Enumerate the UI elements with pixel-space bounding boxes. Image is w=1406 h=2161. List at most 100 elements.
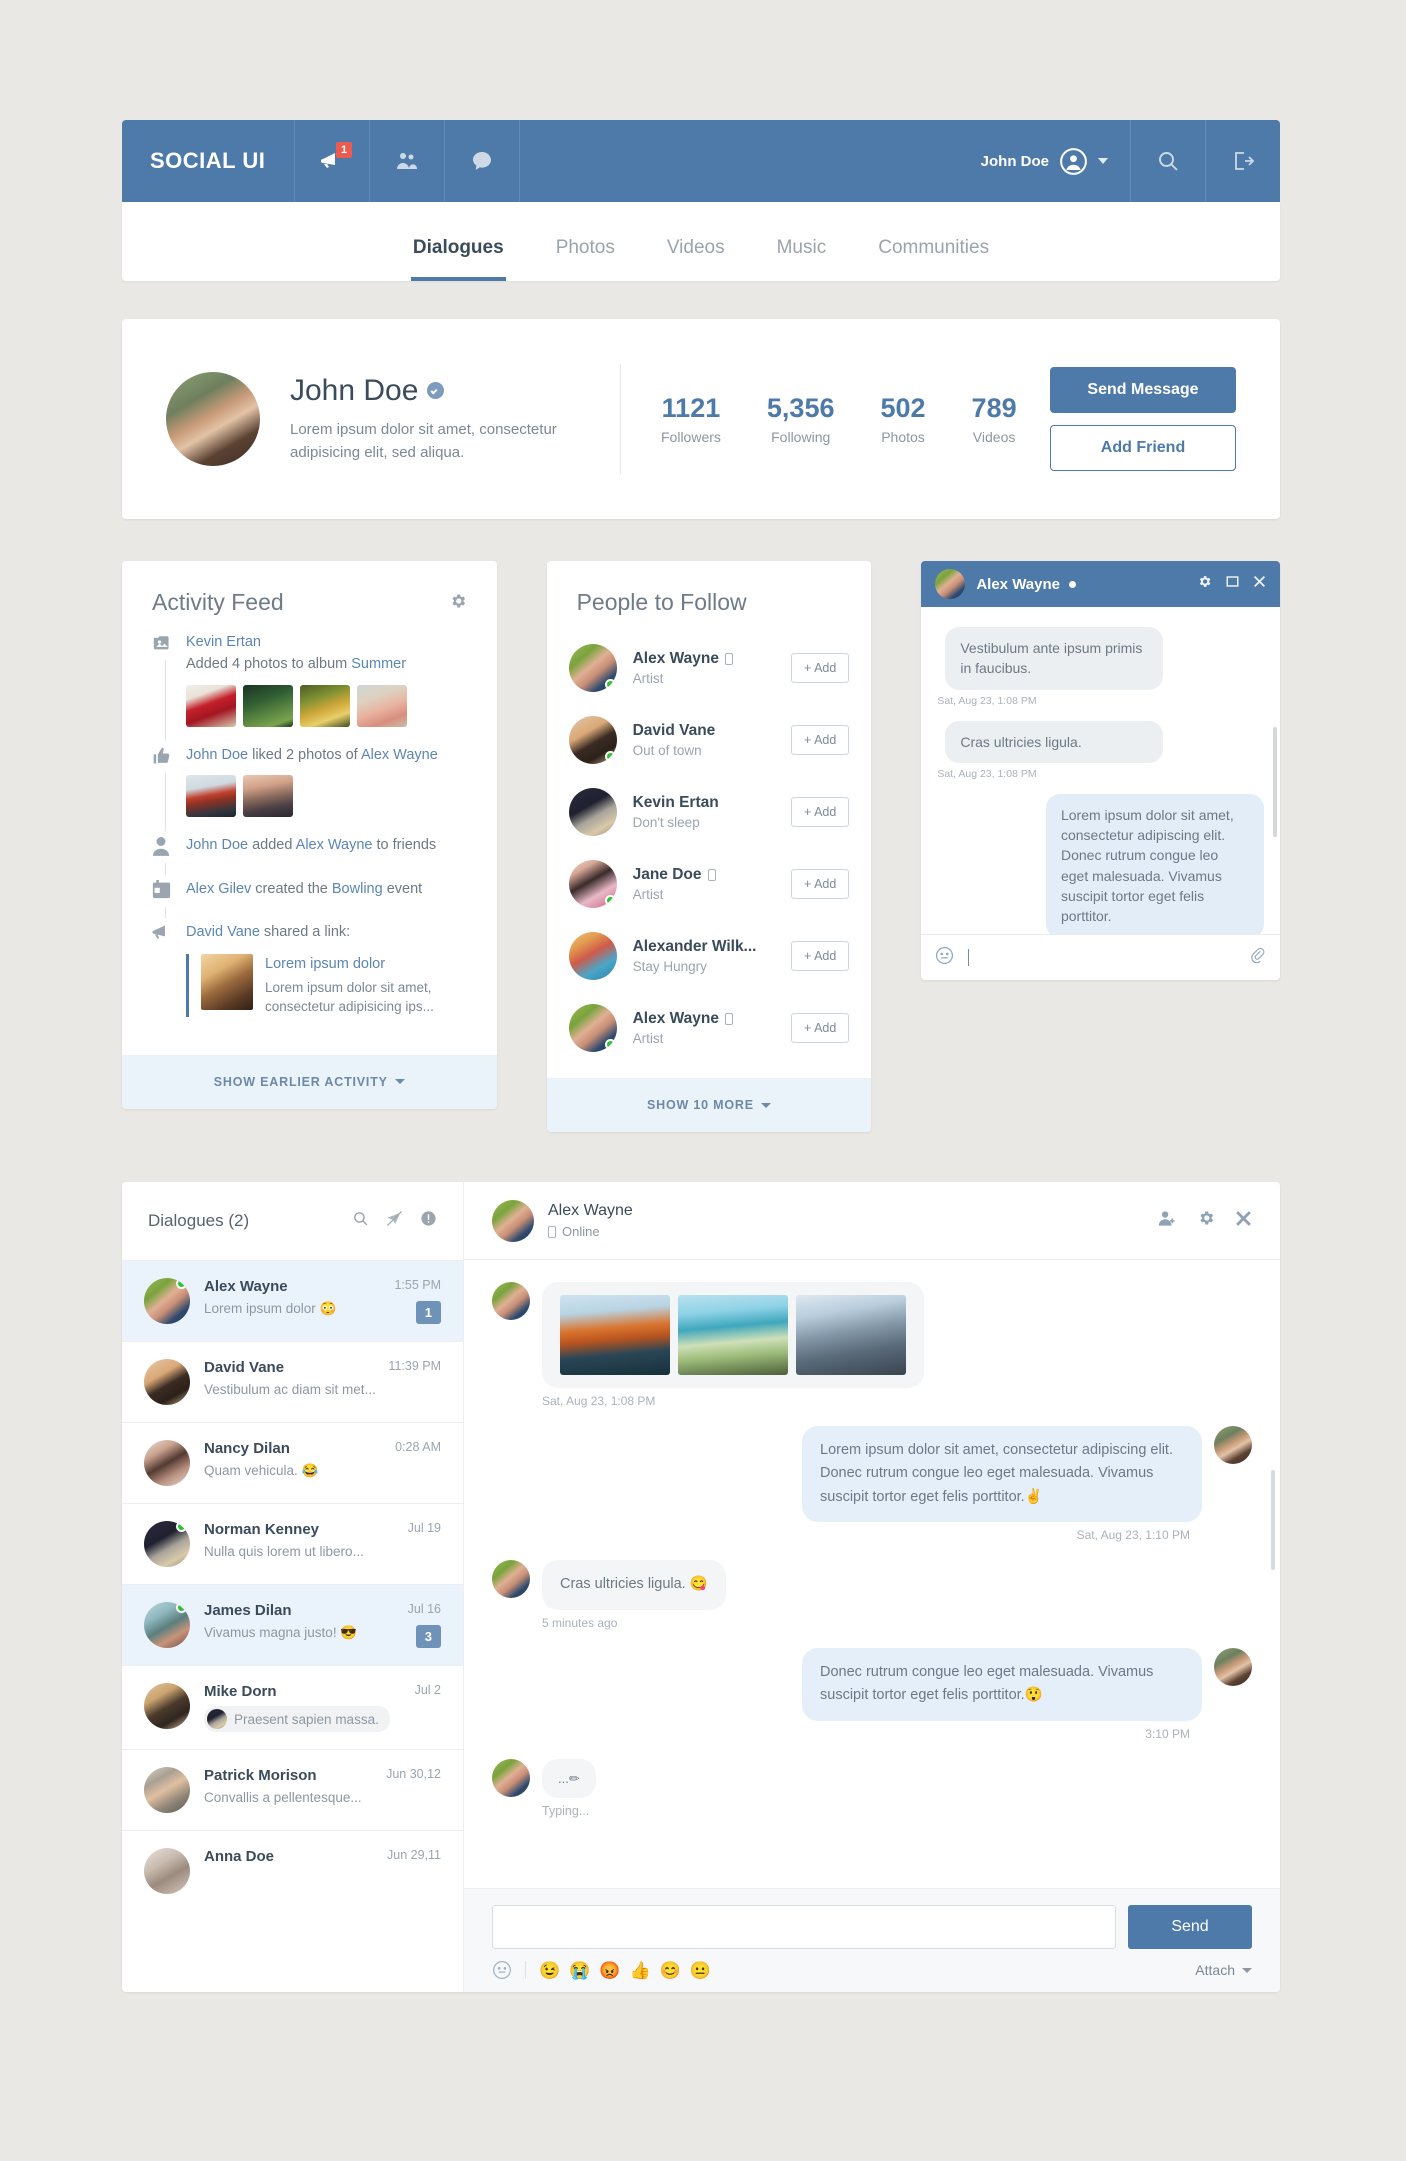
person-name[interactable]: Alex Wayne: [633, 650, 719, 668]
stat-following[interactable]: 5,356 Following: [767, 393, 835, 445]
dialogue-row[interactable]: Nancy Dilan Quam vehicula. 😂 0:28 AM: [122, 1422, 463, 1503]
emoji-icon[interactable]: [492, 1960, 512, 1980]
send-button[interactable]: Send: [1128, 1905, 1252, 1949]
show-earlier-activity-button[interactable]: SHOW EARLIER ACTIVITY: [122, 1054, 497, 1109]
emoji-smile[interactable]: 😊: [660, 1962, 681, 1979]
attach-button[interactable]: Attach: [1195, 1962, 1252, 1978]
scrollbar[interactable]: [1271, 1470, 1275, 1570]
emoji-wink[interactable]: 😉: [539, 1962, 560, 1979]
person-info: Alexander Wilk... Stay Hungry: [633, 938, 791, 974]
add-person-button[interactable]: + Add: [791, 653, 850, 683]
gear-icon[interactable]: [1197, 574, 1212, 594]
activity-feed-list: Kevin Ertan Added 4 photos to album Summ…: [122, 628, 497, 1055]
activity-actor[interactable]: John Doe: [186, 837, 248, 853]
dialogue-row[interactable]: Alex Wayne Lorem ipsum dolor 😳 1:55 PM 1: [122, 1260, 463, 1341]
avatar[interactable]: [568, 1004, 617, 1052]
thumb-image[interactable]: [300, 684, 350, 727]
scrollbar[interactable]: [1272, 727, 1277, 837]
tab-communities[interactable]: Communities: [852, 237, 1015, 281]
thumb-image[interactable]: [357, 684, 407, 727]
user-menu[interactable]: John Doe: [965, 120, 1130, 202]
avatar[interactable]: [568, 932, 617, 980]
tab-dialogues[interactable]: Dialogues: [387, 237, 530, 281]
timeline-line: [165, 772, 166, 832]
add-friend-button[interactable]: Add Friend: [1050, 425, 1236, 471]
dialogue-row[interactable]: Mike Dorn Praesent sapien massa. Jul 2: [122, 1665, 463, 1749]
person-name[interactable]: Alex Wayne: [633, 1010, 719, 1028]
avatar[interactable]: [568, 788, 617, 836]
brand-logo[interactable]: SOCIAL UI: [122, 120, 294, 202]
dialogue-row[interactable]: David Vane Vestibulum ac diam sit met...…: [122, 1341, 463, 1422]
megaphone-icon-button[interactable]: 1: [294, 120, 369, 202]
avatar[interactable]: [568, 860, 617, 908]
avatar[interactable]: [935, 569, 966, 599]
tab-photos[interactable]: Photos: [530, 237, 641, 281]
stat-followers[interactable]: 1121 Followers: [661, 393, 721, 445]
thumb-image[interactable]: [243, 775, 293, 818]
dialogue-row[interactable]: Norman Kenney Nulla quis lorem ut libero…: [122, 1503, 463, 1584]
message-image[interactable]: [678, 1295, 788, 1375]
gear-icon[interactable]: [449, 589, 467, 616]
activity-actor[interactable]: David Vane: [186, 924, 260, 940]
close-icon[interactable]: [1235, 1210, 1252, 1232]
shared-link-title[interactable]: Lorem ipsum dolor: [265, 954, 467, 976]
avatar[interactable]: [568, 716, 617, 764]
dialogue-row[interactable]: James Dilan Vivamus magna justo! 😎 Jul 1…: [122, 1584, 463, 1665]
thumb-image[interactable]: [186, 775, 236, 818]
send-message-button[interactable]: Send Message: [1050, 367, 1236, 413]
add-user-icon[interactable]: [1158, 1209, 1177, 1233]
info-icon[interactable]: [420, 1210, 437, 1232]
chat-widget-messages: Vestibulum ante ipsum primis in faucibus…: [921, 607, 1280, 934]
activity-link[interactable]: Summer: [351, 656, 406, 672]
close-icon[interactable]: [1253, 575, 1266, 593]
stat-videos[interactable]: 789 Videos: [972, 393, 1017, 445]
add-person-button[interactable]: + Add: [791, 869, 850, 899]
maximize-icon[interactable]: [1226, 575, 1239, 593]
activity-link[interactable]: Alex Wayne: [296, 837, 373, 853]
dialogue-row[interactable]: Anna Doe Jun 29,11: [122, 1830, 463, 1911]
person-name[interactable]: Alexander Wilk...: [633, 938, 757, 956]
message-images: [560, 1295, 906, 1375]
add-person-button[interactable]: + Add: [791, 797, 850, 827]
activity-actor[interactable]: Alex Gilev: [186, 881, 251, 897]
stat-photos-value: 502: [880, 393, 926, 423]
shared-link-card[interactable]: Lorem ipsum dolor Lorem ipsum dolor sit …: [186, 954, 467, 1017]
profile-avatar[interactable]: [166, 372, 260, 466]
tab-music[interactable]: Music: [751, 237, 853, 281]
emoji-icon[interactable]: [935, 946, 954, 970]
person-name[interactable]: Kevin Ertan: [633, 794, 719, 812]
mobile-icon: [725, 1013, 734, 1025]
attachment-icon[interactable]: [1249, 947, 1266, 969]
emoji-cry[interactable]: 😭: [569, 1962, 590, 1979]
gear-icon[interactable]: [1197, 1209, 1215, 1232]
add-person-button[interactable]: + Add: [791, 1013, 850, 1043]
mute-icon[interactable]: [386, 1210, 403, 1232]
person-name[interactable]: Jane Doe: [633, 866, 702, 884]
activity-actor[interactable]: John Doe: [186, 747, 248, 763]
emoji-thumbs-up[interactable]: 👍: [630, 1962, 651, 1979]
avatar[interactable]: [492, 1199, 534, 1242]
show-more-people-button[interactable]: SHOW 10 MORE: [546, 1078, 872, 1132]
search-icon[interactable]: [352, 1210, 369, 1232]
search-icon-button[interactable]: [1130, 120, 1205, 202]
message-image[interactable]: [796, 1295, 906, 1375]
add-person-button[interactable]: + Add: [791, 725, 850, 755]
dialogue-row[interactable]: Patrick Morison Convallis a pellentesque…: [122, 1749, 463, 1830]
thumb-image[interactable]: [186, 684, 236, 727]
logout-icon-button[interactable]: [1205, 120, 1280, 202]
message-image[interactable]: [560, 1295, 670, 1375]
person-name[interactable]: David Vane: [633, 722, 716, 740]
avatar[interactable]: [568, 644, 617, 692]
friends-icon-button[interactable]: [369, 120, 444, 202]
tab-videos[interactable]: Videos: [641, 237, 751, 281]
add-person-button[interactable]: + Add: [791, 941, 850, 971]
emoji-angry[interactable]: 😡: [599, 1962, 620, 1979]
activity-link[interactable]: Bowling: [332, 881, 383, 897]
thumb-image[interactable]: [243, 684, 293, 727]
stat-photos[interactable]: 502 Photos: [880, 393, 925, 445]
messages-icon-button[interactable]: [444, 120, 519, 202]
activity-link[interactable]: Alex Wayne: [361, 747, 438, 763]
activity-actor[interactable]: Kevin Ertan: [186, 634, 261, 650]
emoji-neutral[interactable]: 😐: [690, 1962, 711, 1979]
message-input[interactable]: [492, 1905, 1116, 1949]
